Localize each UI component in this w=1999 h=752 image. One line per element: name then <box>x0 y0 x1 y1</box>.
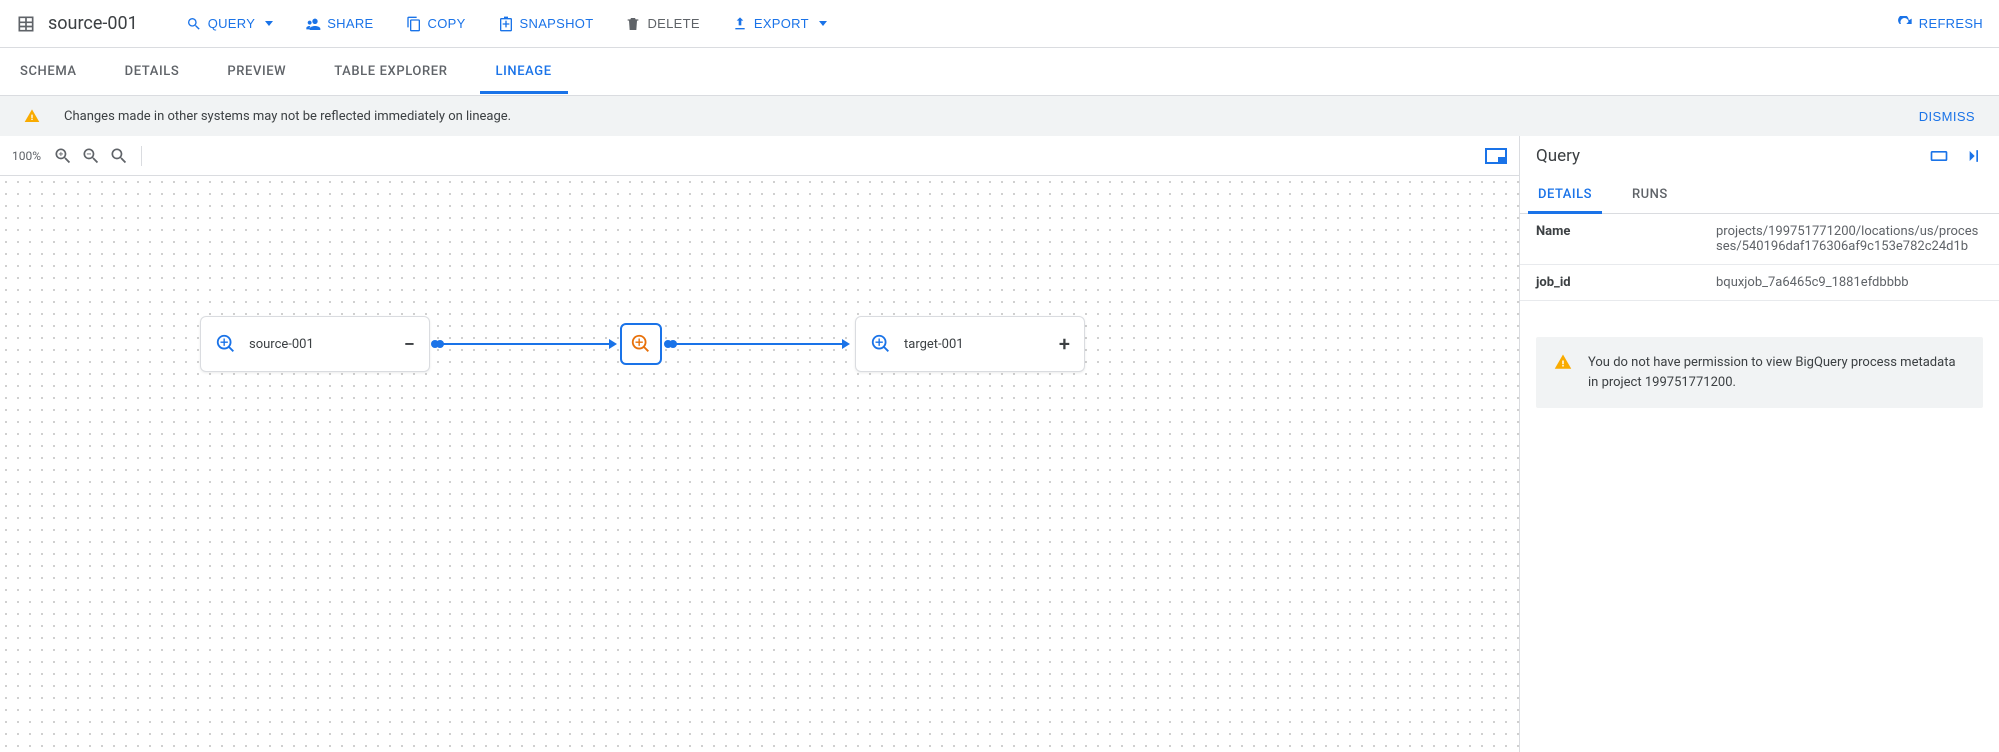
export-label: EXPORT <box>754 16 809 31</box>
detail-row: Name projects/199751771200/locations/us/… <box>1520 214 1999 265</box>
expand-button[interactable]: + <box>1059 332 1070 356</box>
page-title: source-001 <box>48 13 138 34</box>
tab-lineage[interactable]: LINEAGE <box>492 50 556 93</box>
dismiss-button[interactable]: DISMISS <box>1919 109 1975 124</box>
detail-key: Name <box>1536 224 1716 254</box>
chevron-down-icon <box>819 21 827 26</box>
minimap-toggle[interactable] <box>1485 148 1507 164</box>
permission-warning: You do not have permission to view BigQu… <box>1536 337 1983 408</box>
share-button[interactable]: SHARE <box>305 16 373 32</box>
magnify-icon <box>215 333 237 355</box>
magnify-icon <box>870 333 892 355</box>
collapse-button[interactable]: − <box>404 332 415 356</box>
side-tab-details[interactable]: DETAILS <box>1536 176 1594 213</box>
edge-process-to-target <box>673 343 848 345</box>
refresh-label: REFRESH <box>1919 16 1983 31</box>
delete-button[interactable]: DELETE <box>625 16 699 32</box>
edge-source-to-process <box>440 343 615 345</box>
refresh-button[interactable]: REFRESH <box>1897 16 1983 32</box>
warning-icon <box>24 108 40 124</box>
tab-schema[interactable]: SCHEMA <box>16 50 81 93</box>
node-source[interactable]: source-001 − <box>200 316 430 372</box>
tab-table-explorer[interactable]: TABLE EXPLORER <box>330 50 451 93</box>
snapshot-button[interactable]: SNAPSHOT <box>498 16 594 32</box>
share-label: SHARE <box>327 16 373 31</box>
panel-layout-icon[interactable] <box>1929 146 1949 166</box>
snapshot-label: SNAPSHOT <box>520 16 594 31</box>
divider <box>141 146 142 166</box>
node-source-label: source-001 <box>249 337 314 352</box>
query-button[interactable]: QUERY <box>186 16 274 32</box>
node-target[interactable]: target-001 + <box>855 316 1085 372</box>
banner-message: Changes made in other systems may not be… <box>64 109 511 124</box>
details-panel: Query DETAILS RUNS Name projects/1997517… <box>1519 136 1999 752</box>
export-button[interactable]: EXPORT <box>732 16 827 32</box>
zoom-value: 100% <box>12 149 41 163</box>
copy-label: COPY <box>428 16 466 31</box>
query-label: QUERY <box>208 16 256 31</box>
tab-details[interactable]: DETAILS <box>121 50 184 93</box>
zoom-in-icon[interactable] <box>53 146 73 166</box>
zoom-reset-icon[interactable] <box>109 146 129 166</box>
side-tab-runs[interactable]: RUNS <box>1630 176 1670 213</box>
zoom-out-icon[interactable] <box>81 146 101 166</box>
lineage-canvas[interactable]: source-001 − target-001 + <box>0 176 1519 752</box>
node-target-label: target-001 <box>904 337 964 352</box>
info-banner: Changes made in other systems may not be… <box>0 96 1999 136</box>
permission-message: You do not have permission to view BigQu… <box>1588 353 1965 392</box>
warning-icon <box>1554 353 1572 392</box>
tab-preview[interactable]: PREVIEW <box>223 50 290 93</box>
chevron-down-icon <box>265 21 273 26</box>
detail-key: job_id <box>1536 275 1716 290</box>
panel-collapse-icon[interactable] <box>1963 146 1983 166</box>
table-icon <box>16 14 36 34</box>
detail-value: bquxjob_7a6465c9_1881efdbbbb <box>1716 275 1983 290</box>
main-tabs: SCHEMA DETAILS PREVIEW TABLE EXPLORER LI… <box>0 48 1999 96</box>
delete-label: DELETE <box>647 16 699 31</box>
panel-title: Query <box>1536 146 1580 166</box>
detail-value: projects/199751771200/locations/us/proce… <box>1716 224 1983 254</box>
detail-row: job_id bquxjob_7a6465c9_1881efdbbbb <box>1520 265 1999 301</box>
copy-button[interactable]: COPY <box>406 16 466 32</box>
process-node[interactable] <box>620 323 662 365</box>
